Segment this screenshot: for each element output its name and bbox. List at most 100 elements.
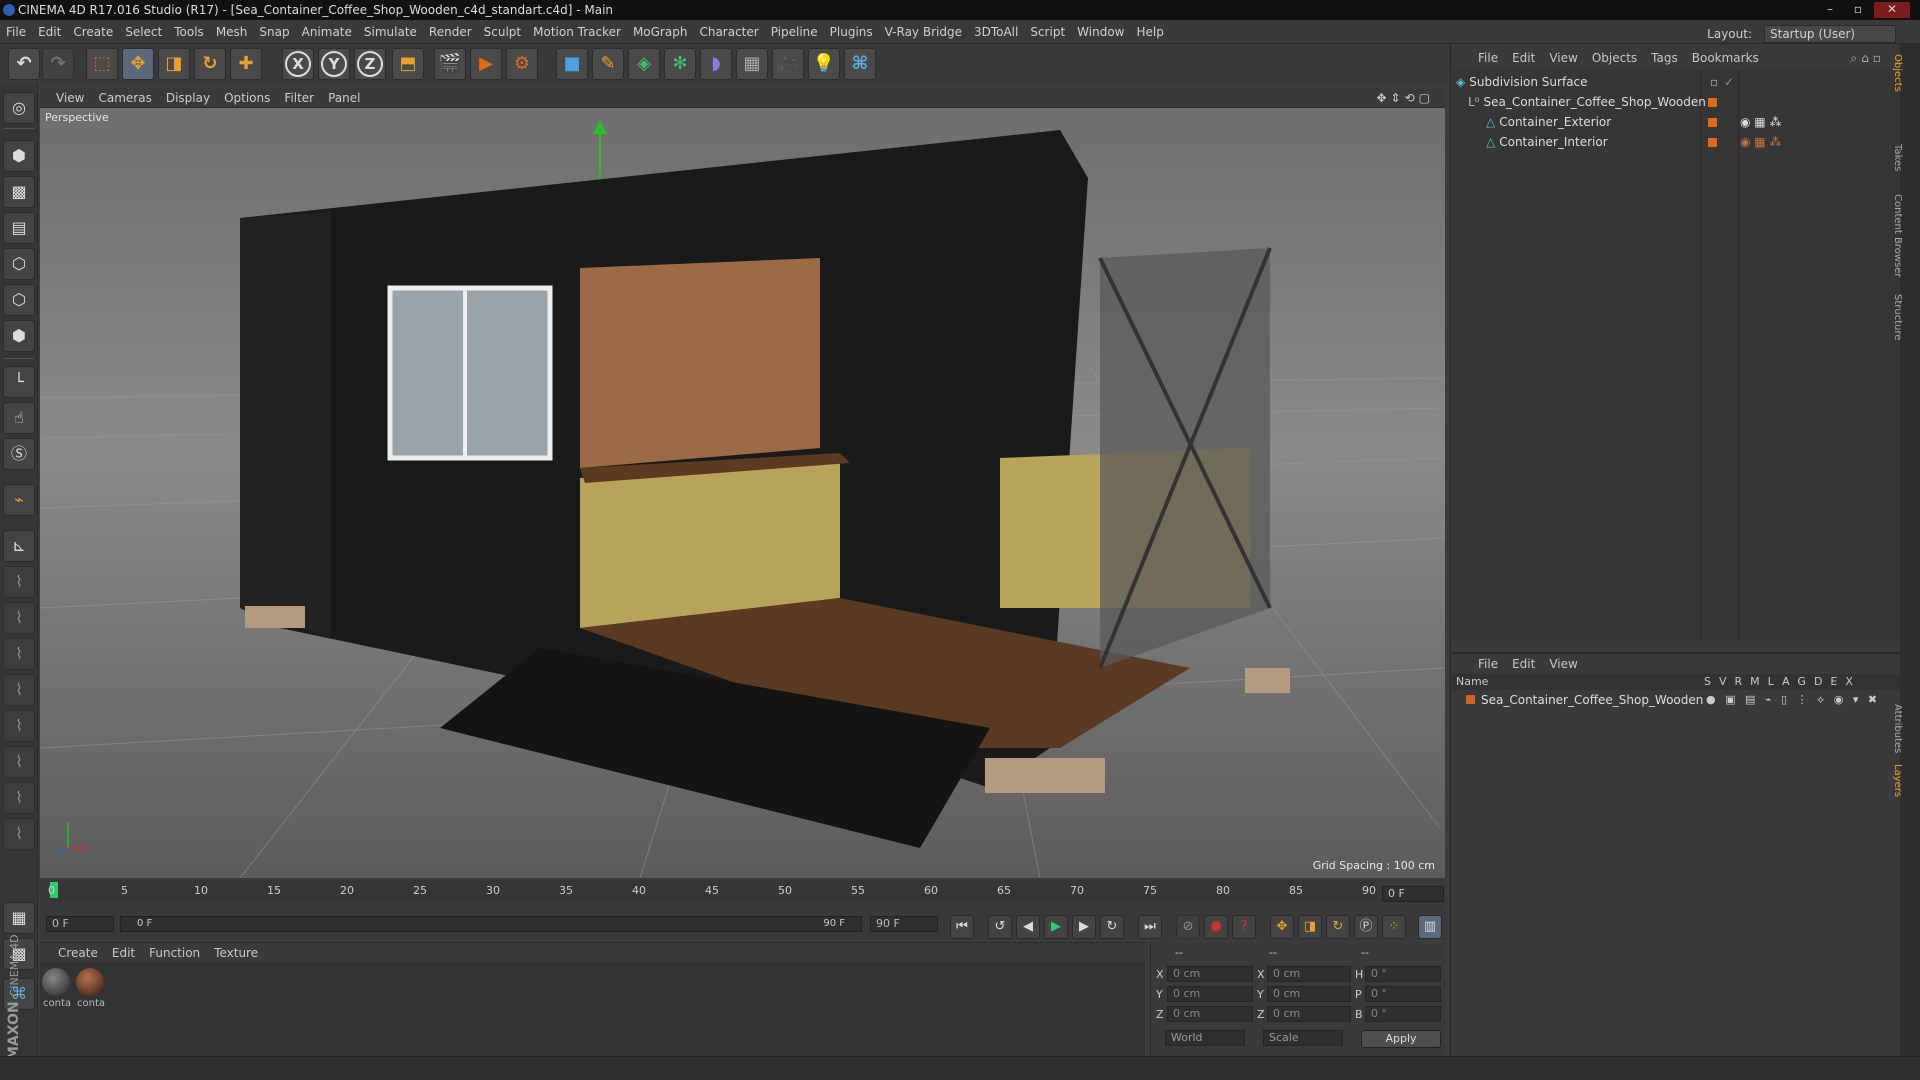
object-mode-icon[interactable]: ⬢ — [3, 140, 35, 172]
next-frame-icon[interactable]: ▶ — [1072, 915, 1096, 939]
side-tab-objects[interactable]: Objects — [1892, 54, 1903, 92]
viewport-menu-display[interactable]: Display — [159, 88, 217, 108]
workplane-icon[interactable]: ▤ — [3, 212, 35, 244]
coord-scale-dropdown[interactable]: Scale — [1263, 1030, 1343, 1046]
viewport-menu-filter[interactable]: Filter — [277, 88, 321, 108]
object-menu-view[interactable]: View — [1542, 48, 1584, 68]
coord-rot-h[interactable]: 0 ° — [1365, 966, 1441, 982]
viewport-3d[interactable]: Perspective Grid Spacing : 100 cm — [40, 108, 1445, 878]
scale-icon[interactable]: ◨ — [158, 48, 190, 80]
points-mode-icon[interactable]: ⬡ — [3, 248, 35, 280]
coord-size-y[interactable]: 0 cm — [1267, 986, 1351, 1002]
checkerboard-icon[interactable]: ▦ — [3, 902, 35, 934]
coord-pos-x[interactable]: 0 cm — [1167, 966, 1253, 982]
brush-icon[interactable]: ⌇ — [3, 566, 35, 598]
magnet-icon[interactable]: ⌁ — [3, 484, 35, 516]
menu-script[interactable]: Script — [1024, 20, 1071, 44]
scale-key-icon[interactable]: ◨ — [1298, 915, 1322, 939]
viewport-menu-view[interactable]: View — [40, 88, 91, 108]
go-to-start-icon[interactable]: ⏮ — [950, 915, 974, 939]
menu-mesh[interactable]: Mesh — [210, 20, 254, 44]
play-icon[interactable]: ▶ — [1044, 915, 1068, 939]
record-icon[interactable]: ● — [1204, 915, 1228, 939]
array-icon[interactable]: ✻ — [664, 48, 696, 80]
object-row-container-interior[interactable]: △ Container_Interior ◉ ▦ ⁂ — [1486, 132, 1896, 152]
rotate-key-icon[interactable]: ↻ — [1326, 915, 1350, 939]
previous-frame-icon[interactable]: ◀ — [1016, 915, 1040, 939]
object-menu-edit[interactable]: Edit — [1505, 48, 1542, 68]
layer-flag-icons[interactable]: ● ▣ ▤ ⌁ ▯ ⋮ ⟡ ◉ ▾ ✖ — [1706, 690, 1880, 710]
record-off-icon[interactable]: ⊘ — [1176, 915, 1200, 939]
material-menu-create[interactable]: Create — [40, 943, 105, 963]
material-menu-texture[interactable]: Texture — [207, 943, 265, 963]
coord-mode-dropdown[interactable]: World — [1165, 1030, 1245, 1046]
visibility-toggle-icon[interactable]: ▫ — [1710, 72, 1718, 92]
undo-icon[interactable]: ↶ — [8, 48, 40, 80]
object-row-container-exterior[interactable]: △ Container_Exterior ◉ ▦ ⁂ — [1486, 112, 1896, 132]
side-tab-attributes[interactable]: Attributes — [1892, 704, 1903, 753]
object-menu-objects[interactable]: Objects — [1585, 48, 1644, 68]
menu-snap[interactable]: Snap — [253, 20, 295, 44]
side-tab-structure[interactable]: Structure — [1892, 294, 1903, 341]
menu-character[interactable]: Character — [693, 20, 764, 44]
coord-pos-z[interactable]: 0 cm — [1167, 1006, 1253, 1022]
material-tag-icon[interactable]: ◉ ▦ ⁂ — [1740, 132, 1781, 152]
layer-color-tag[interactable] — [1708, 98, 1717, 107]
menu-pipeline[interactable]: Pipeline — [765, 20, 824, 44]
layer-menu-view[interactable]: View — [1542, 654, 1584, 674]
rotate-icon[interactable]: ↻ — [194, 48, 226, 80]
model-mode-icon[interactable]: ◎ — [3, 92, 35, 124]
menu-mograph[interactable]: MoGraph — [627, 20, 694, 44]
light-icon[interactable]: 💡 — [808, 48, 840, 80]
brush-icon[interactable]: ⌇ — [3, 710, 35, 742]
autokey-icon[interactable]: ? — [1232, 915, 1256, 939]
axis-icon[interactable]: ⊾ — [3, 530, 35, 562]
previous-key-icon[interactable]: ↺ — [988, 915, 1012, 939]
render-view-icon[interactable]: 🎬 — [434, 48, 466, 80]
move-icon[interactable]: ✥ — [122, 48, 154, 80]
y-axis-icon[interactable]: Y — [318, 48, 350, 80]
redo-icon[interactable]: ↷ — [42, 48, 74, 80]
subdivision-icon[interactable]: ◈ — [628, 48, 660, 80]
viewport-menu-panel[interactable]: Panel — [321, 88, 367, 108]
maximize-button[interactable]: ▫ — [1846, 2, 1870, 18]
menu-simulate[interactable]: Simulate — [358, 20, 423, 44]
brush-icon[interactable]: ⌇ — [3, 746, 35, 778]
apply-button[interactable]: Apply — [1361, 1030, 1441, 1048]
layer-menu-file[interactable]: File — [1452, 654, 1505, 674]
viewport-nav-icons[interactable]: ✥⇕⟲▢ — [1369, 88, 1441, 108]
param-key-icon[interactable]: Ⓟ — [1354, 915, 1378, 939]
live-select-icon[interactable]: ⬚ — [86, 48, 118, 80]
menu-motion-tracker[interactable]: Motion Tracker — [527, 20, 627, 44]
layer-menu-edit[interactable]: Edit — [1505, 654, 1542, 674]
material-menu-edit[interactable]: Edit — [105, 943, 142, 963]
edges-mode-icon[interactable]: ⬡ — [3, 284, 35, 316]
menu-help[interactable]: Help — [1130, 20, 1169, 44]
object-search-icon[interactable]: ⌕⌂▫ — [1844, 48, 1892, 68]
axis-mode-icon[interactable]: └ — [3, 366, 35, 398]
snap-icon[interactable]: Ⓢ — [3, 438, 35, 470]
render-settings-icon[interactable]: ⚙ — [506, 48, 538, 80]
z-axis-icon[interactable]: Z — [354, 48, 386, 80]
coord-size-x[interactable]: 0 cm — [1267, 966, 1351, 982]
menu-vray-bridge[interactable]: V-Ray Bridge — [879, 20, 968, 44]
menu-animate[interactable]: Animate — [296, 20, 358, 44]
object-menu-bookmarks[interactable]: Bookmarks — [1685, 48, 1766, 68]
coord-rot-p[interactable]: 0 ° — [1365, 986, 1441, 1002]
x-axis-icon[interactable]: X — [282, 48, 314, 80]
pen-spline-icon[interactable]: ✎ — [592, 48, 624, 80]
coord-pos-y[interactable]: 0 cm — [1167, 986, 1253, 1002]
menu-plugins[interactable]: Plugins — [824, 20, 879, 44]
timeline-layout-icon[interactable]: ▥ — [1418, 915, 1442, 939]
start-frame-field[interactable]: 0 F — [46, 916, 114, 932]
move-key-icon[interactable]: ✥ — [1270, 915, 1294, 939]
material-swatch[interactable]: conta — [42, 968, 72, 1012]
go-to-end-icon[interactable]: ⏭ — [1138, 915, 1162, 939]
object-row-subdivision-surface[interactable]: ◈ Subdivision Surface ▫ ✓ — [1456, 72, 1896, 92]
coord-system-icon[interactable]: ⬒ — [392, 48, 424, 80]
polygons-mode-icon[interactable]: ⬢ — [3, 320, 35, 352]
camera-icon[interactable]: 🎥 — [772, 48, 804, 80]
object-menu-tags[interactable]: Tags — [1644, 48, 1685, 68]
layer-color-tag[interactable] — [1708, 138, 1717, 147]
enabled-check-icon[interactable]: ✓ — [1724, 72, 1734, 92]
